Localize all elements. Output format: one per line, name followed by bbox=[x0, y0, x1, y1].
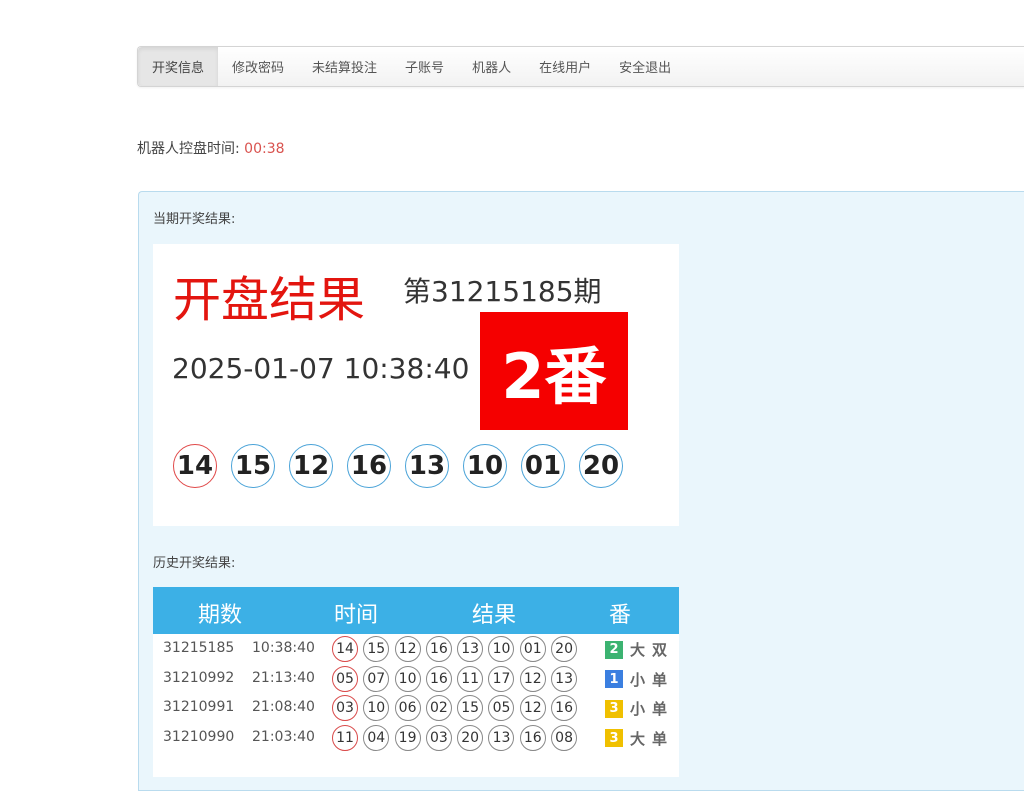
ball: 05 bbox=[332, 665, 358, 692]
row-issue: 31210990 bbox=[163, 728, 235, 745]
row-fan: 1小单 bbox=[605, 669, 674, 690]
table-row: 31210990 21:03:40 11 04 19 03 20 13 16 08 3 大单 bbox=[153, 723, 679, 753]
ball: 15 bbox=[231, 444, 275, 488]
fan-badge: 2番 bbox=[480, 312, 628, 430]
ball: 16 bbox=[551, 695, 578, 721]
ball: 20 bbox=[551, 636, 578, 662]
size-label: 小 bbox=[630, 670, 646, 689]
parity-label: 单 bbox=[652, 700, 668, 718]
draw-datetime: 2025-01-07 10:38:40 bbox=[172, 352, 470, 385]
issue-number: 第31215185期 bbox=[403, 275, 602, 308]
row-time: 21:08:40 bbox=[252, 699, 315, 715]
fan-number-badge: 3 bbox=[605, 729, 623, 747]
nav-draw-info[interactable]: 开奖信息 bbox=[138, 47, 219, 86]
ball: 05 bbox=[488, 695, 515, 721]
size-label: 大 bbox=[630, 729, 646, 748]
robot-control-time: 机器人控盘时间: 00:38 bbox=[137, 138, 285, 158]
ball: 02 bbox=[425, 695, 452, 721]
ball: 01 bbox=[521, 444, 565, 488]
ball: 12 bbox=[289, 444, 333, 488]
row-fan: 3小单 bbox=[605, 698, 674, 719]
ball: 08 bbox=[551, 724, 578, 751]
ball: 11 bbox=[332, 724, 358, 751]
row-issue: 31210991 bbox=[163, 699, 235, 715]
nav-robot[interactable]: 机器人 bbox=[458, 47, 525, 86]
ball: 12 bbox=[519, 695, 546, 721]
ball: 15 bbox=[363, 636, 390, 662]
ball: 13 bbox=[488, 724, 515, 751]
robot-time-value: 00:38 bbox=[244, 141, 285, 157]
row-issue: 31210992 bbox=[163, 669, 235, 686]
row-time: 21:13:40 bbox=[252, 669, 315, 686]
table-row: 31210992 21:13:40 05 07 10 16 11 17 12 13 1 小单 bbox=[153, 664, 679, 694]
ball: 12 bbox=[394, 636, 421, 662]
fan-number-badge: 2 bbox=[605, 640, 623, 659]
fan-number-badge: 1 bbox=[605, 670, 623, 688]
ball: 01 bbox=[519, 636, 546, 662]
fan-number-badge: 3 bbox=[605, 699, 623, 718]
header-time: 时间 bbox=[334, 603, 379, 628]
history-result-label: 历史开奖结果: bbox=[153, 556, 236, 571]
ball: 16 bbox=[425, 636, 452, 662]
ball: 13 bbox=[457, 636, 484, 662]
ball: 10 bbox=[488, 636, 515, 662]
ball: 06 bbox=[394, 695, 421, 721]
nav-logout[interactable]: 安全退出 bbox=[605, 47, 685, 86]
table-row: 31210991 21:08:40 03 10 06 02 15 05 12 16 3 小单 bbox=[153, 693, 679, 723]
ball: 11 bbox=[457, 665, 484, 692]
result-title: 开盘结果 bbox=[173, 272, 366, 328]
current-result-card: 开盘结果 第31215185期 2025-01-07 10:38:40 2番 1… bbox=[153, 244, 679, 526]
current-result-label: 当期开奖结果: bbox=[153, 212, 236, 227]
ball: 15 bbox=[457, 695, 484, 721]
ball: 12 bbox=[519, 665, 546, 692]
current-balls: 14 15 12 16 13 10 01 20 bbox=[173, 444, 637, 488]
header-result: 结果 bbox=[472, 603, 517, 628]
ball: 07 bbox=[363, 665, 390, 692]
row-balls: 11 04 19 03 20 13 16 08 bbox=[332, 724, 582, 751]
ball: 16 bbox=[347, 444, 391, 488]
ball: 10 bbox=[463, 444, 507, 488]
history-table: 期数 时间 结果 番 31215185 10:38:40 14 15 12 16 13 10 0… bbox=[153, 587, 679, 777]
parity-label: 单 bbox=[652, 670, 668, 689]
nav-unsettled-bets[interactable]: 未结算投注 bbox=[298, 47, 391, 86]
header-issue: 期数 bbox=[198, 603, 243, 628]
ball: 16 bbox=[519, 724, 546, 751]
ball: 14 bbox=[173, 444, 217, 488]
ball: 13 bbox=[405, 444, 449, 488]
ball: 19 bbox=[394, 724, 421, 751]
nav-change-password[interactable]: 修改密码 bbox=[218, 47, 298, 86]
header-fan: 番 bbox=[609, 603, 632, 628]
ball: 20 bbox=[579, 444, 623, 488]
ball: 10 bbox=[363, 695, 390, 721]
robot-time-label: 机器人控盘时间: bbox=[137, 141, 240, 157]
ball: 03 bbox=[425, 724, 452, 751]
ball: 13 bbox=[551, 665, 578, 692]
row-time: 21:03:40 bbox=[252, 728, 315, 745]
row-time: 10:38:40 bbox=[252, 640, 315, 656]
ball: 20 bbox=[457, 724, 484, 751]
history-header: 期数 时间 结果 番 bbox=[153, 587, 679, 634]
size-label: 大 bbox=[630, 641, 646, 659]
row-balls: 03 10 06 02 15 05 12 16 bbox=[332, 695, 582, 721]
ball: 04 bbox=[363, 724, 390, 751]
ball: 16 bbox=[425, 665, 452, 692]
row-fan: 3大单 bbox=[605, 728, 674, 749]
parity-label: 单 bbox=[652, 729, 668, 748]
nav-online-users[interactable]: 在线用户 bbox=[525, 47, 605, 86]
ball: 03 bbox=[332, 695, 358, 721]
row-issue: 31215185 bbox=[163, 640, 235, 656]
table-row: 31215185 10:38:40 14 15 12 16 13 10 01 20 2 大双 bbox=[153, 634, 679, 664]
row-balls: 05 07 10 16 11 17 12 13 bbox=[332, 665, 582, 692]
size-label: 小 bbox=[630, 700, 646, 718]
top-nav: 开奖信息 修改密码 未结算投注 子账号 机器人 在线用户 安全退出 bbox=[137, 46, 1024, 87]
ball: 14 bbox=[332, 636, 358, 662]
history-rows: 31215185 10:38:40 14 15 12 16 13 10 01 20 2 大双 31210… bbox=[153, 634, 679, 752]
nav-sub-accounts[interactable]: 子账号 bbox=[391, 47, 458, 86]
parity-label: 双 bbox=[652, 641, 668, 659]
ball: 10 bbox=[394, 665, 421, 692]
ball: 17 bbox=[488, 665, 515, 692]
row-fan: 2大双 bbox=[605, 639, 674, 660]
row-balls: 14 15 12 16 13 10 01 20 bbox=[332, 636, 582, 662]
